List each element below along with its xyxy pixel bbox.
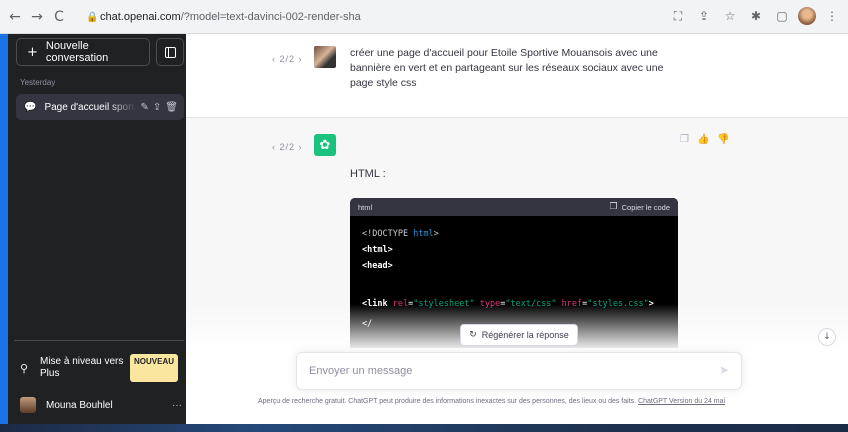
regenerate-button[interactable]: ↻ Régénérer la réponse (460, 324, 578, 346)
refresh-icon: ↻ (469, 330, 477, 340)
code-language: html (358, 202, 373, 212)
user-message-pager[interactable]: ‹ 2/2 › (272, 54, 303, 64)
user-message: ‹ 2/2 › créer une page d'accueil pour Et… (186, 34, 848, 118)
user-avatar (314, 46, 336, 68)
upgrade-plus-button[interactable]: ⚲ Mise à niveau vers Plus NOUVEAU (20, 352, 182, 384)
code-line: <html> (362, 245, 393, 255)
code-line: <head> (362, 261, 393, 271)
sidebar-toggle-icon (164, 46, 176, 58)
profile-icon[interactable] (798, 7, 816, 25)
edit-icon[interactable]: ✎ (140, 102, 148, 113)
message-input[interactable] (309, 365, 689, 377)
conversation-title: Page d'accueil sportive (44, 101, 137, 113)
copy-code-label: Copier le code (621, 202, 670, 212)
footer-disclaimer: Aperçu de recherche gratuit. ChatGPT peu… (258, 398, 848, 405)
assistant-intro-text: HTML : (350, 168, 386, 180)
url-path: /?model=text-davinci-002-render-sha (180, 11, 361, 23)
thumbs-up-icon[interactable]: 👍 (697, 134, 709, 145)
code-line: <!DOCTYPE html> (362, 229, 439, 239)
message-composer: ➤ (296, 352, 742, 390)
forward-icon[interactable]: → (26, 6, 48, 28)
copy-icon[interactable]: ❐ (680, 134, 689, 145)
new-badge: NOUVEAU (130, 354, 179, 382)
share-conversation-icon[interactable]: ⇪ (153, 102, 161, 113)
scroll-down-icon[interactable]: ↓ (818, 328, 836, 346)
lock-icon: 🔒 (86, 11, 99, 23)
back-icon[interactable]: ← (4, 6, 26, 28)
screen: ← → C 🔒 chat.openai.com/?model=text-davi… (0, 0, 848, 432)
avatar (20, 397, 36, 413)
person-icon: ⚲ (20, 361, 29, 375)
browser-actions: ⛶ ⇪ ☆ ✱ ▢ ⋮ (668, 6, 842, 26)
code-blank-lines (362, 274, 666, 296)
extensions-icon[interactable]: ✱ (746, 6, 766, 26)
copy-code-button[interactable]: ❐ Copier le code (610, 202, 670, 212)
browser-toolbar: ← → C 🔒 chat.openai.com/?model=text-davi… (0, 0, 848, 34)
assistant-message-pager[interactable]: ‹ 2/2 › (272, 142, 303, 152)
thumbs-down-icon[interactable]: 👎 (717, 134, 729, 145)
version-link[interactable]: ChatGPT Version du 24 mai (638, 398, 725, 405)
clipboard-icon: ❐ (609, 202, 618, 212)
star-icon[interactable]: ☆ (720, 6, 740, 26)
url-host: chat.openai.com (100, 11, 181, 23)
url-text[interactable]: chat.openai.com/?model=text-davinci-002-… (100, 11, 361, 23)
sidebar-divider (14, 340, 184, 341)
toggle-sidebar-button[interactable] (156, 38, 184, 66)
reload-icon[interactable]: C (48, 6, 70, 28)
conversation-item[interactable]: 💬 Page d'accueil sportive ✎ ⇪ 🗑 (16, 94, 184, 120)
disclaimer-text: Aperçu de recherche gratuit. ChatGPT peu… (258, 398, 639, 405)
more-options-icon[interactable]: ··· (172, 400, 182, 411)
section-label: Yesterday (20, 78, 56, 87)
user-menu[interactable]: Mouna Bouhlel ··· (20, 394, 182, 416)
new-chat-button[interactable]: + Nouvelle conversation (16, 38, 150, 66)
code-header: html ❐ Copier le code (350, 198, 678, 216)
chat-bubble-icon: 💬 (24, 101, 37, 113)
chat-main: ‹ 2/2 › créer une page d'accueil pour Et… (186, 34, 848, 424)
user-message-text: créer une page d'accueil pour Etoile Spo… (350, 47, 664, 89)
os-taskbar (0, 424, 848, 432)
user-name: Mouna Bouhlel (46, 399, 113, 411)
openai-logo-icon: ✿ (314, 134, 336, 156)
menu-icon[interactable]: ⋮ (822, 6, 842, 26)
trash-icon[interactable]: 🗑 (165, 102, 178, 113)
regenerate-label: Régénérer la réponse (481, 330, 569, 340)
translate-icon[interactable]: ⛶ (668, 6, 688, 26)
new-chat-label: Nouvelle conversation (45, 40, 109, 64)
upgrade-label: Mise à niveau vers Plus (40, 356, 124, 379)
sidebar-icon[interactable]: ▢ (772, 6, 792, 26)
plus-icon: + (27, 44, 38, 60)
send-icon[interactable]: ➤ (719, 363, 729, 377)
message-actions: ❐ 👍 👎 (680, 134, 730, 145)
sidebar: + Nouvelle conversation Yesterday 💬 Page… (0, 34, 186, 424)
share-icon[interactable]: ⇪ (694, 6, 714, 26)
